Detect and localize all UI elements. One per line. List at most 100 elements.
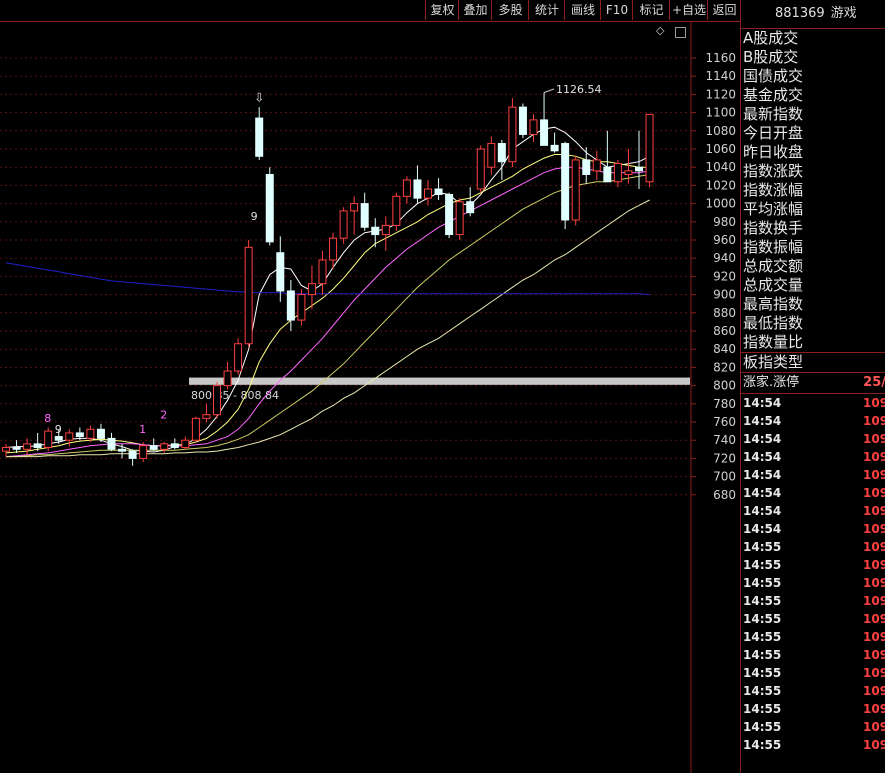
y-tick-label: 1020 — [705, 178, 736, 192]
y-tick-label: 860 — [713, 324, 736, 338]
candle-body — [371, 226, 380, 236]
trade-value: 109 — [863, 450, 885, 464]
toolbar: 复权 叠加 多股 统计 画线 F10 标记 +自选 返回 — [0, 0, 740, 22]
candle-body — [12, 446, 21, 450]
quote-panel: 881369 游戏 A股成交 B股成交 国债成交 基金成交 最新指数 今日开盘 昨日收盘 指数涨… — [740, 0, 885, 773]
stat-label: 最高指数 — [743, 295, 804, 313]
trade-time: 14:54 — [743, 522, 782, 536]
stat-label: 指数涨幅 — [743, 181, 804, 199]
trade-row: 14:54 109 — [741, 394, 885, 412]
y-tick-label: 820 — [713, 360, 736, 374]
trade-value: 109 — [863, 504, 885, 518]
limit-up-label: 涨家.涨停 — [743, 375, 800, 390]
y-tick-label: 920 — [713, 269, 736, 283]
trade-row: 14:54 109 — [741, 430, 885, 448]
window-toggle-icon[interactable] — [675, 27, 686, 38]
y-tick-label: 960 — [713, 233, 736, 247]
candle-body — [487, 143, 496, 168]
y-tick-label: 840 — [713, 342, 736, 356]
trade-value: 109 — [863, 666, 885, 680]
toolbar-button-3[interactable]: 统计 — [528, 0, 565, 20]
y-tick-label: 700 — [713, 470, 736, 484]
trade-time: 14:55 — [743, 684, 782, 698]
trade-value: 109 — [863, 540, 885, 554]
candle-body — [624, 170, 633, 175]
trade-time: 14:54 — [743, 396, 782, 410]
trade-value: 109 — [863, 432, 885, 446]
trade-row: 14:55 109 — [741, 538, 885, 556]
trade-row: 14:55 109 — [741, 718, 885, 736]
trade-time: 14:55 — [743, 540, 782, 554]
trade-row: 14:55 109 — [741, 574, 885, 592]
stat-label: 指数涨跌 — [743, 162, 804, 180]
ma-line — [6, 199, 650, 458]
candle-body — [234, 343, 243, 372]
candle-body — [170, 443, 179, 448]
trade-value: 109 — [863, 630, 885, 644]
stat-label: 国债成交 — [743, 67, 804, 85]
candle-body — [128, 450, 137, 459]
candle-body — [424, 188, 432, 199]
limit-up-count: 25/ — [863, 375, 885, 390]
sequence-mark: 9 — [55, 423, 62, 436]
trade-row: 14:55 109 — [741, 700, 885, 718]
stock-code: 881369 — [775, 6, 825, 21]
candle-body — [107, 437, 116, 450]
candle-body — [96, 428, 105, 439]
trade-time: 14:54 — [743, 432, 782, 446]
trade-time: 14:55 — [743, 720, 782, 734]
sequence-mark: 2 — [160, 408, 167, 421]
stat-label: 总成交额 — [743, 257, 804, 275]
trade-row: 14:54 109 — [741, 466, 885, 484]
candle-body — [561, 143, 570, 221]
y-tick-label: 1140 — [705, 69, 736, 83]
sequence-mark: 1 — [139, 423, 146, 436]
y-tick-label: 740 — [713, 433, 736, 447]
trade-value: 109 — [863, 576, 885, 590]
y-tick-label: 1040 — [705, 160, 736, 174]
trade-row: 14:55 109 — [741, 664, 885, 682]
candle-body — [550, 144, 559, 152]
trade-list[interactable]: 14:54 109 14:54 109 14:54 109 14:54 109 14:54 109… — [741, 394, 885, 754]
stat-label: 最低指数 — [743, 314, 804, 332]
candle-body — [540, 119, 549, 146]
trade-time: 14:55 — [743, 594, 782, 608]
trade-value: 109 — [863, 558, 885, 572]
y-tick-label: 800 — [713, 379, 736, 393]
toolbar-button-6[interactable]: 标记 — [632, 0, 670, 20]
trade-value: 109 — [863, 612, 885, 626]
toolbar-button-7[interactable]: +自选 — [669, 0, 708, 20]
candle-body — [582, 159, 591, 175]
candle-body — [455, 201, 464, 236]
candle-body — [286, 290, 295, 321]
trade-value: 109 — [863, 594, 885, 608]
candle-body — [255, 117, 264, 157]
trade-value: 109 — [863, 468, 885, 482]
toolbar-button-2[interactable]: 多股 — [491, 0, 529, 20]
candle-body — [54, 436, 63, 441]
trade-time: 14:55 — [743, 648, 782, 662]
toolbar-button-0[interactable]: 复权 — [425, 0, 459, 20]
toolbar-button-1[interactable]: 叠加 — [458, 0, 492, 20]
trade-value: 109 — [863, 684, 885, 698]
trade-value: 109 — [863, 522, 885, 536]
trade-row: 14:54 109 — [741, 502, 885, 520]
y-tick-label: 1060 — [705, 142, 736, 156]
toolbar-button-8[interactable]: 返回 — [707, 0, 741, 20]
diamond-icon[interactable]: ◇ — [656, 24, 664, 37]
max-label: 1126.54 — [556, 83, 602, 96]
candle-body — [202, 414, 211, 419]
candle-body — [592, 159, 601, 172]
candle-body — [402, 179, 411, 197]
candle-body — [213, 385, 221, 416]
toolbar-button-5[interactable]: F10 — [600, 0, 633, 20]
stat-label: 总成交量 — [743, 276, 804, 294]
toolbar-button-4[interactable]: 画线 — [564, 0, 601, 20]
y-tick-label: 1000 — [705, 197, 736, 211]
trade-row: 14:55 109 — [741, 682, 885, 700]
stat-label: 平均涨幅 — [743, 200, 804, 218]
y-tick-label: 1120 — [705, 87, 736, 101]
trade-value: 109 — [863, 486, 885, 500]
trade-value: 109 — [863, 702, 885, 716]
candle-body — [44, 430, 53, 448]
